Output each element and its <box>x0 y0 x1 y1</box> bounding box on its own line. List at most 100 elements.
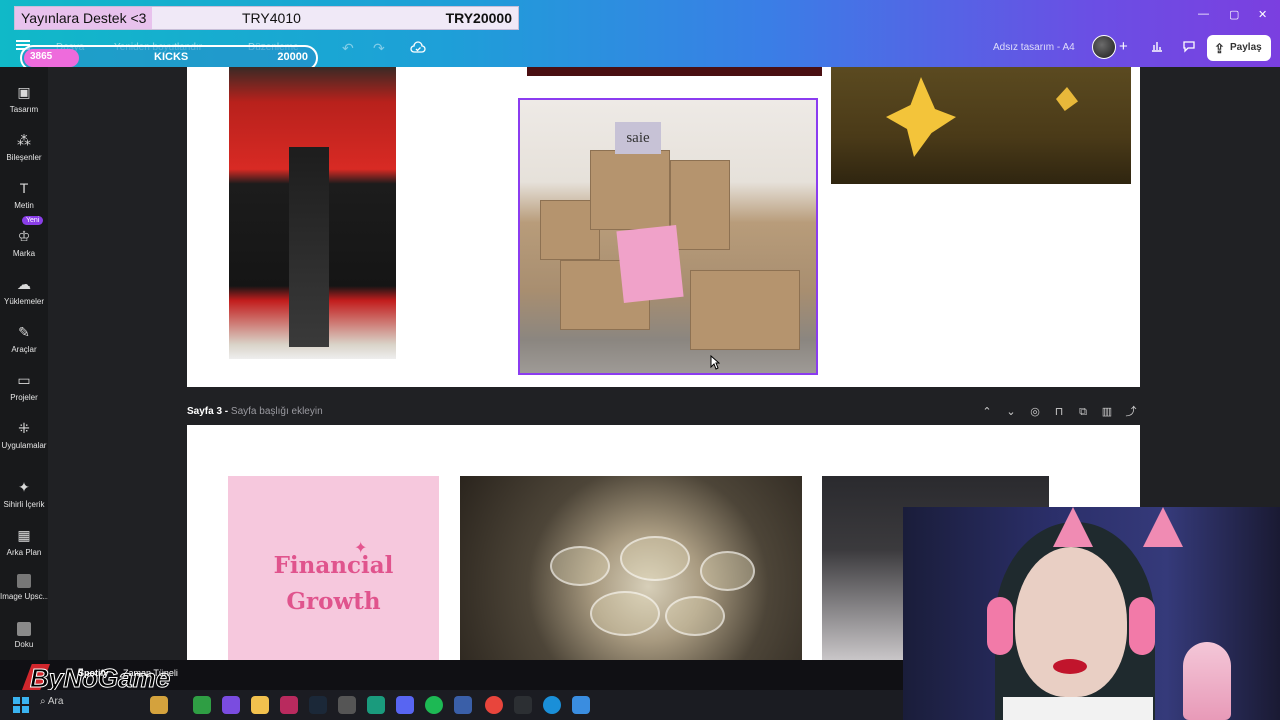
sidebar-item-apps[interactable]: ⁜ Uygulamalar <box>0 419 48 450</box>
packages-photo[interactable]: saie <box>518 98 818 375</box>
donation-current: TRY4010 <box>242 10 301 26</box>
webcam-detail <box>987 597 1013 655</box>
sidebar-item-background[interactable]: ▦ Arka Plan <box>0 526 48 557</box>
xbox-icon[interactable] <box>193 696 211 714</box>
sidebar-item-texture[interactable]: Doku <box>0 622 48 649</box>
card-title-line-1: Financial <box>273 552 394 579</box>
app-icon[interactable] <box>367 696 385 714</box>
photo-detail <box>590 591 660 636</box>
app-icon[interactable] <box>572 696 590 714</box>
photo-detail <box>690 270 800 350</box>
webcam-detail <box>1053 659 1087 674</box>
sidebar-item-label: Uygulamalar <box>1 441 47 450</box>
undo-icon[interactable]: ↶ <box>342 40 354 57</box>
upscale-icon <box>17 574 31 588</box>
windows-start-icon[interactable] <box>13 697 29 713</box>
card-title-line-2: Growth <box>286 588 381 615</box>
photo-detail <box>289 147 329 347</box>
page-number: Sayfa 3 - <box>187 406 229 417</box>
share-label: Paylaş <box>1230 42 1262 53</box>
champagne-toast-photo[interactable] <box>460 476 802 660</box>
discord-icon[interactable] <box>396 696 414 714</box>
photo-detail <box>886 77 956 157</box>
spotify-icon[interactable] <box>425 696 443 714</box>
maximize-button[interactable]: ▢ <box>1229 8 1239 21</box>
sidebar-item-label: Arka Plan <box>6 548 42 557</box>
photo-detail <box>620 536 690 581</box>
insights-icon[interactable] <box>1144 38 1170 60</box>
sidebar-item-elements[interactable]: ⁂ Bileşenler <box>0 131 48 162</box>
donation-goal: TRY20000 <box>445 10 512 26</box>
template-icon: ▣ <box>17 84 31 100</box>
chevron-down-icon[interactable]: ⌄ <box>1003 404 1019 420</box>
edge-icon[interactable] <box>543 696 561 714</box>
share-button[interactable]: ⇪ Paylaş <box>1207 35 1271 61</box>
app-icon[interactable] <box>514 696 532 714</box>
background-icon: ▦ <box>17 527 31 543</box>
sidebar-item-uploads[interactable]: ☁ Yüklemeler <box>0 275 48 306</box>
duplicate-icon[interactable]: ⧉ <box>1075 404 1091 420</box>
sidebar-item-label: Yüklemeler <box>3 297 44 306</box>
sidebar-item-upscaler[interactable]: Image Upsc... <box>0 574 50 601</box>
photo-detail <box>700 551 755 591</box>
box-label: saie <box>615 122 661 154</box>
add-page-icon[interactable]: ⤴ <box>1123 404 1139 420</box>
sidebar-item-brand[interactable]: ♔ Marka <box>0 227 48 258</box>
photo-detail <box>1056 87 1078 111</box>
page-title-placeholder[interactable]: Sayfa başlığı ekleyin <box>231 406 323 417</box>
spotify-track: Zaman Tüneli <box>123 668 178 678</box>
sidebar-item-label: Sihirli İçerik <box>3 500 45 509</box>
app-icon[interactable] <box>222 696 240 714</box>
chevron-up-icon[interactable]: ⌃ <box>979 404 995 420</box>
taskbar-search[interactable]: ⌕ Ara <box>40 696 63 707</box>
sidebar-item-label: Doku <box>14 640 34 649</box>
sidebar-item-text[interactable]: T Metin <box>0 179 48 210</box>
text-icon: T <box>19 180 29 196</box>
photo-detail <box>590 150 670 230</box>
minimize-button[interactable]: — <box>1198 8 1209 20</box>
financial-growth-card[interactable]: ✦ Financial Growth <box>228 476 439 660</box>
webcam-detail <box>1143 507 1183 547</box>
close-button[interactable]: ✕ <box>1258 8 1267 21</box>
trash-icon[interactable]: ▥ <box>1099 404 1115 420</box>
red-robe-photo[interactable] <box>229 67 396 359</box>
app-icon[interactable] <box>280 696 298 714</box>
photo-detail <box>665 596 725 636</box>
sidebar-item-projects[interactable]: ▭ Projeler <box>0 371 48 402</box>
kicks-count: 3865 <box>30 51 53 62</box>
magic-icon: ✦ <box>18 479 30 495</box>
gold-shape-photo[interactable] <box>831 67 1131 184</box>
steam-icon[interactable] <box>309 696 327 714</box>
folder-icon[interactable] <box>251 696 269 714</box>
mouse-cursor-icon <box>710 355 720 370</box>
app-icon[interactable] <box>454 696 472 714</box>
lock-icon[interactable]: ⊓ <box>1051 404 1067 420</box>
upload-icon: ☁ <box>17 276 31 292</box>
sidebar-item-label: Image Upsc... <box>0 592 50 601</box>
chrome-icon[interactable] <box>485 696 503 714</box>
avatar[interactable] <box>1092 35 1116 59</box>
pink-mailer-bag <box>616 225 684 303</box>
search-icon: ⌕ <box>40 696 46 707</box>
comment-icon[interactable] <box>1176 38 1202 60</box>
cloud-save-icon[interactable] <box>410 40 426 56</box>
hide-icon[interactable]: ◎ <box>1027 404 1043 420</box>
donation-label: Yayınlara Destek <3 <box>15 7 153 29</box>
page-3-title[interactable]: Sayfa 3 - Sayfa başlığı ekleyin <box>187 406 323 417</box>
add-collaborator-icon[interactable]: + <box>1119 38 1128 55</box>
webcam-detail <box>1129 597 1155 655</box>
sidebar-item-magic[interactable]: ✦ Sihirli İçerik <box>0 478 48 509</box>
sidebar-item-design[interactable]: ▣ Tasarım <box>0 83 48 114</box>
photo-detail <box>550 546 610 586</box>
draw-icon: ✎ <box>18 324 30 340</box>
dark-image-strip[interactable] <box>527 67 822 76</box>
share-icon: ⇪ <box>1214 41 1225 56</box>
redo-icon[interactable]: ↷ <box>373 40 385 57</box>
app-icon[interactable] <box>150 696 168 714</box>
obs-icon[interactable] <box>338 696 356 714</box>
kicks-label: KICKS <box>154 51 189 63</box>
design-title[interactable]: Adsız tasarım - A4 <box>993 42 1075 53</box>
sidebar-item-label: Marka <box>12 249 36 258</box>
sidebar-item-tools[interactable]: ✎ Araçlar <box>0 323 48 354</box>
webcam-detail <box>1015 547 1127 697</box>
